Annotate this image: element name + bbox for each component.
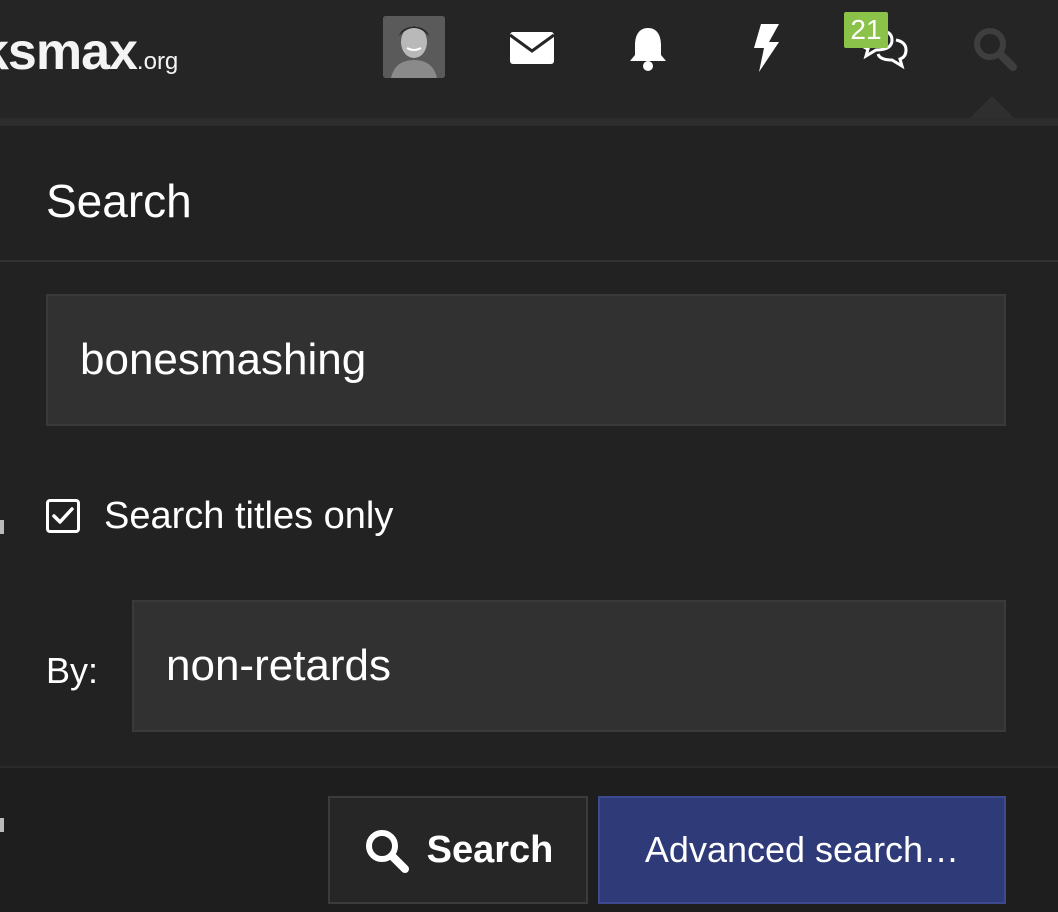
left-edge-marker [0, 520, 4, 534]
avatar-image [383, 16, 445, 78]
bell-icon[interactable] [620, 20, 676, 76]
search-keywords-input[interactable] [46, 294, 1006, 426]
search-button-label: Search [426, 828, 554, 871]
checkmark-icon [52, 507, 74, 524]
site-logo[interactable]: ksmax .org [0, 22, 178, 82]
by-member-label: By: [46, 650, 99, 691]
logo-tld-text: .org [136, 48, 179, 75]
envelope-icon[interactable] [504, 20, 560, 76]
top-navigation-bar: ksmax .org 21 [0, 0, 1058, 120]
advanced-search-label: Advanced search… [644, 829, 960, 870]
menu-pointer-arrow [968, 96, 1016, 120]
user-avatar[interactable] [383, 16, 445, 78]
bolt-icon[interactable] [738, 20, 794, 76]
titles-only-option[interactable]: Search titles only [46, 494, 393, 538]
conversations-count-badge: 21 [844, 12, 888, 48]
left-edge-marker [0, 818, 4, 832]
search-menu-title: Search [46, 175, 192, 227]
magnifier-icon[interactable] [966, 20, 1022, 76]
titles-only-checkbox[interactable] [46, 499, 80, 533]
search-menu-panel: Search Search titles only By: Search Adv… [0, 118, 1058, 912]
advanced-search-button[interactable]: Advanced search… [598, 796, 1006, 904]
logo-main-text: ksmax [0, 23, 138, 81]
search-menu-header: Search [0, 134, 1058, 262]
search-button[interactable]: Search [328, 796, 588, 904]
search-button-icon [363, 827, 409, 873]
titles-only-label: Search titles only [104, 494, 394, 537]
by-member-input[interactable] [132, 600, 1006, 732]
